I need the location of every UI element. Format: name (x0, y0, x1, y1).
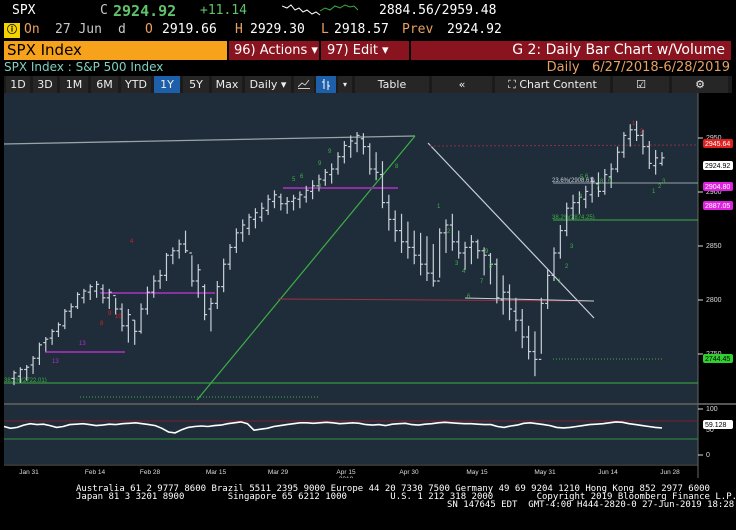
quote-header: SPX C 2924.92 +11.14 2884.56/2959.48 (0, 0, 736, 20)
osc-tag-text: 59.128 (705, 422, 727, 429)
y-tick-2850: 2850 (706, 243, 722, 250)
x-tick-jun28: Jun 28 (660, 469, 680, 476)
osc-tick-100: 100 (706, 406, 718, 413)
actions-button[interactable]: 96) Actions ▾ (229, 41, 319, 60)
collapse-button[interactable]: « (432, 76, 492, 93)
x-tick-feb14: Feb 14 (85, 469, 106, 476)
period-label: Daily (546, 60, 580, 75)
chart-content-icon: ⛶ (508, 78, 516, 91)
table-button[interactable]: Table (355, 76, 429, 93)
price-tag-ma1-text: 2904.80 (705, 184, 730, 191)
price-change: +11.14 (200, 3, 247, 18)
ohlc-row: On 27 Jun d O 2919.66 H 2929.30 L 2918.5… (0, 20, 736, 40)
d-label: d (118, 22, 126, 37)
x-tick-jun14: Jun 14 (598, 469, 618, 476)
x-tick-apr30: Apr 30 (399, 469, 419, 476)
x-tick-may15: May 15 (466, 469, 488, 476)
chart-title: G 2: Daily Bar Chart w/Volume (411, 41, 731, 60)
sparkline-icon (282, 4, 358, 16)
security-field[interactable]: SPX Index (4, 41, 227, 60)
footer-line-3: SN 147645 EDT GMT-4:00 H444-2820-0 27-Ju… (447, 500, 736, 510)
x-tick-feb28: Feb 28 (140, 469, 161, 476)
period-1m[interactable]: 1M (60, 76, 88, 93)
quote-date: 27 Jun (55, 22, 102, 37)
price-tag-low-text: 2744.45 (705, 356, 730, 363)
on-label: On (24, 22, 40, 37)
edit-button[interactable]: 97) Edit ▾ (321, 41, 409, 60)
price-tag-high-text: 2945.64 (705, 141, 730, 148)
gear-icon[interactable]: ⚙ (672, 76, 728, 93)
open-label: O (145, 22, 153, 37)
td-count-label: 13 (52, 359, 59, 365)
range-value: 6/27/2018-6/28/2019 (591, 60, 730, 75)
x-tick-apr15: Apr 15 (336, 469, 356, 476)
price-tag-ma2-text: 2887.05 (705, 203, 730, 210)
period-3d[interactable]: 3D (33, 76, 57, 93)
high-price: 2929.30 (250, 22, 305, 37)
subheader: SPX Index : S&P 500 Index Daily 6/27/201… (0, 60, 736, 76)
date-range[interactable]: Daily 6/27/2018-6/28/2019 (547, 60, 730, 75)
close-label: C (100, 3, 108, 18)
edit-icon[interactable]: ☑ (613, 76, 669, 93)
price-chart[interactable]: 23.6%(2908.61) 38.2%(2874.25) 38.2%(2722… (0, 93, 736, 478)
period-5y[interactable]: 5Y (183, 76, 209, 93)
day-range: 2884.56/2959.48 (379, 3, 497, 18)
open-price: 2919.66 (162, 22, 217, 37)
x-tick-may31: May 31 (534, 469, 556, 476)
y-tick-2800: 2800 (706, 297, 722, 304)
bar-chart-icon[interactable] (316, 76, 336, 93)
chart-toolbar: 1D 3D 1M 6M YTD 1Y 5Y Max Daily ▾ ▾ Tabl… (4, 76, 732, 93)
prev-price: 2924.92 (447, 22, 502, 37)
high-label: H (235, 22, 243, 37)
period-1d[interactable]: 1D (6, 76, 30, 93)
line-chart-icon[interactable] (294, 76, 314, 93)
frequency-select[interactable]: Daily ▾ (245, 76, 291, 93)
low-label: L (321, 22, 329, 37)
ticker: SPX (12, 3, 36, 18)
td-count-label: 13 (79, 341, 86, 347)
chart-content-button[interactable]: ⛶ Chart Content (495, 76, 610, 93)
oscillator-panel-bg (4, 405, 698, 464)
x-year: 2019 (339, 476, 354, 478)
chart-type-dropdown-icon[interactable]: ▾ (338, 76, 352, 93)
chart-content-label: Chart Content (519, 78, 597, 91)
close-price: 2924.92 (113, 2, 177, 20)
low-price: 2918.57 (334, 22, 389, 37)
period-1y[interactable]: 1Y (154, 76, 180, 93)
command-bar: SPX Index 96) Actions ▾ 97) Edit ▾ G 2: … (0, 41, 736, 60)
prev-label: Prev (402, 22, 434, 37)
fib-label-382-low: 38.2%(2722.01) (4, 378, 47, 384)
footer: Australia 61 2 9777 8600 Brazil 5511 239… (0, 485, 736, 530)
x-tick-mar15: Mar 15 (206, 469, 227, 476)
security-description: SPX Index : S&P 500 Index (4, 60, 164, 74)
x-tick-jan31: Jan 31 (19, 469, 39, 476)
period-6m[interactable]: 6M (91, 76, 118, 93)
period-ytd[interactable]: YTD (121, 76, 151, 93)
period-max[interactable]: Max (212, 76, 242, 93)
osc-tick-0: 0 (706, 452, 710, 459)
x-tick-mar29: Mar 29 (268, 469, 289, 476)
td-count-label: 10 (115, 314, 122, 320)
price-tag-last-text: 2924.92 (705, 163, 730, 170)
